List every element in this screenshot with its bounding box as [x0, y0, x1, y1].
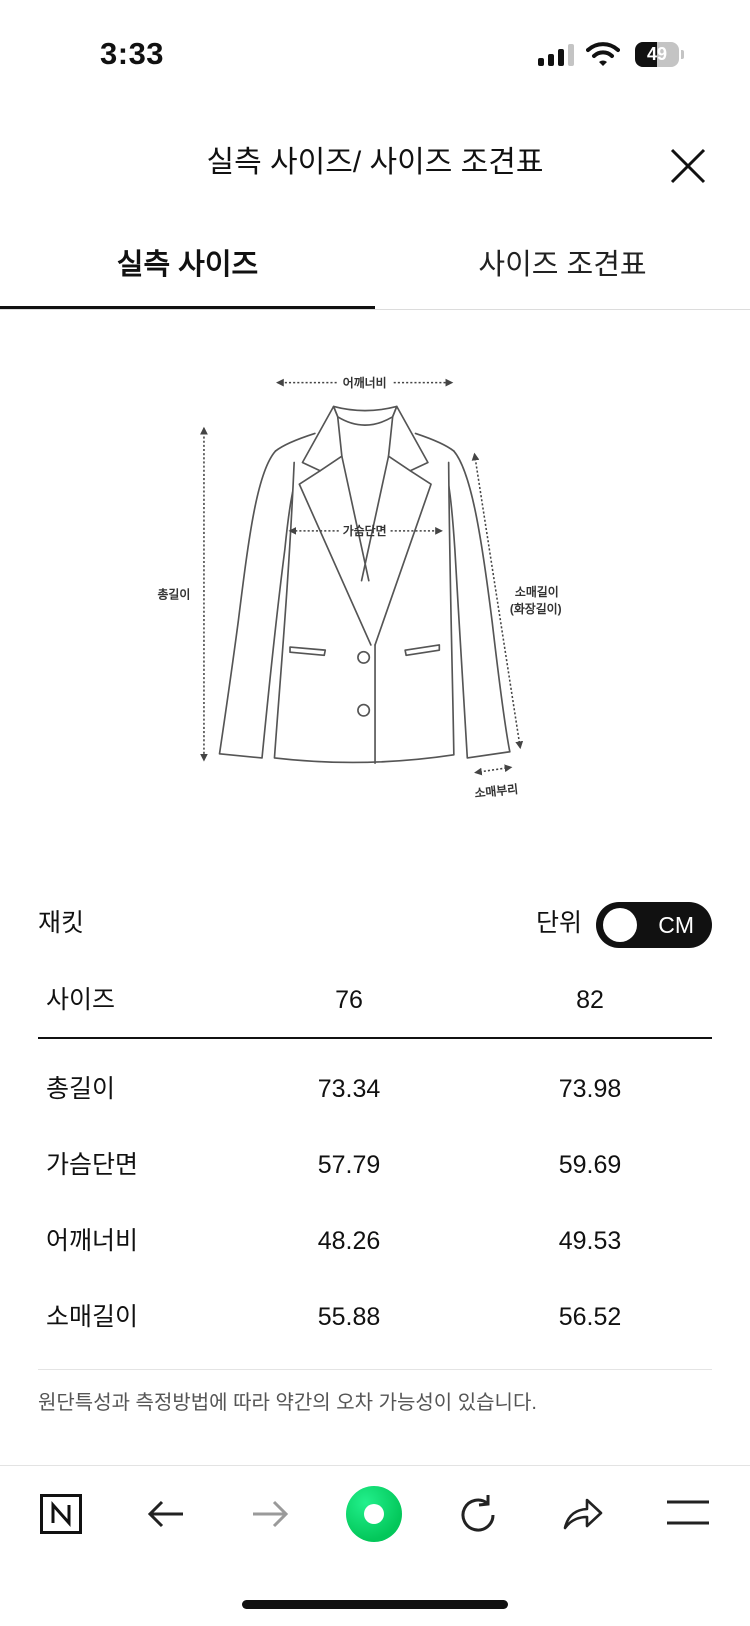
row-value: 48.26 [317, 1227, 381, 1255]
table-header-divider [38, 1037, 712, 1039]
right-collar [387, 405, 429, 472]
home-indicator[interactable] [242, 1600, 508, 1609]
naver-n-icon[interactable] [39, 1492, 83, 1536]
left-collar [301, 405, 343, 472]
table-footer-divider [38, 1369, 712, 1370]
reload-icon[interactable] [456, 1492, 500, 1536]
row-label: 소매길이 [46, 1303, 139, 1331]
label-sleeve-length-alt: (화장길이) [510, 602, 562, 616]
row-label: 총길이 [46, 1075, 116, 1103]
cuff-arrow [474, 764, 513, 776]
jacket-measurement-diagram: 어깨너비 가슴단면 총길이 소매길이 (화장길이) 소매부리 [157, 376, 562, 801]
jacket-body [273, 461, 455, 764]
wifi-icon [586, 42, 620, 66]
row-value: 73.98 [558, 1075, 622, 1103]
green-dot-center [364, 1504, 384, 1524]
label-chest: 가슴단면 [343, 524, 387, 538]
unit-label: 단위 [536, 909, 583, 937]
table-header-size: 사이즈 [46, 986, 116, 1014]
close-icon[interactable] [669, 147, 707, 185]
row-label: 가슴단면 [46, 1151, 139, 1179]
label-sleeve-length: 소매길이 [515, 585, 559, 599]
toggle-knob [603, 908, 637, 942]
right-sleeve [447, 450, 511, 759]
forward-arrow-icon[interactable] [250, 1494, 290, 1534]
unit-toggle[interactable]: CM [596, 902, 712, 948]
table-header-76: 76 [335, 986, 363, 1014]
jacket-outline [218, 405, 511, 764]
share-icon[interactable] [561, 1492, 605, 1536]
right-shoulder [414, 432, 455, 452]
row-value: 73.34 [317, 1075, 381, 1103]
category-label: 재킷 [38, 909, 85, 937]
menu-icon[interactable] [666, 1496, 710, 1530]
row-value: 49.53 [558, 1227, 622, 1255]
battery-icon: 49 [635, 42, 679, 67]
row-value: 56.52 [558, 1303, 622, 1331]
green-dot-icon[interactable] [346, 1486, 402, 1542]
tab-size-chart[interactable]: 사이즈 조견표 [375, 240, 750, 290]
status-time: 3:33 [100, 36, 165, 71]
label-total-length: 총길이 [157, 587, 190, 601]
battery-percent: 49 [646, 44, 668, 64]
page-title: 실측 사이즈/ 사이즈 조견표 [206, 146, 544, 179]
measurement-disclaimer: 원단특성과 측정방법에 따라 약간의 오차 가능성이 있습니다. [38, 1392, 537, 1414]
tab-divider [0, 309, 750, 310]
toolbar-divider [0, 1465, 750, 1466]
button-top [357, 650, 371, 664]
back-collar [332, 405, 398, 426]
cellular-signal-icon [538, 44, 574, 66]
back-arrow-icon[interactable] [146, 1494, 186, 1534]
tab-actual-size[interactable]: 실측 사이즈 [0, 240, 375, 290]
row-value: 59.69 [558, 1151, 622, 1179]
toggle-unit-value: CM [658, 912, 694, 938]
left-shoulder [274, 432, 316, 452]
battery-tip [681, 50, 684, 59]
label-shoulder: 어깨너비 [343, 376, 387, 390]
row-value: 57.79 [317, 1151, 381, 1179]
label-cuff: 소매부리 [474, 782, 519, 801]
button-bottom [357, 703, 371, 717]
row-value: 55.88 [317, 1303, 381, 1331]
row-label: 어깨너비 [46, 1227, 139, 1255]
table-header-82: 82 [576, 986, 604, 1014]
